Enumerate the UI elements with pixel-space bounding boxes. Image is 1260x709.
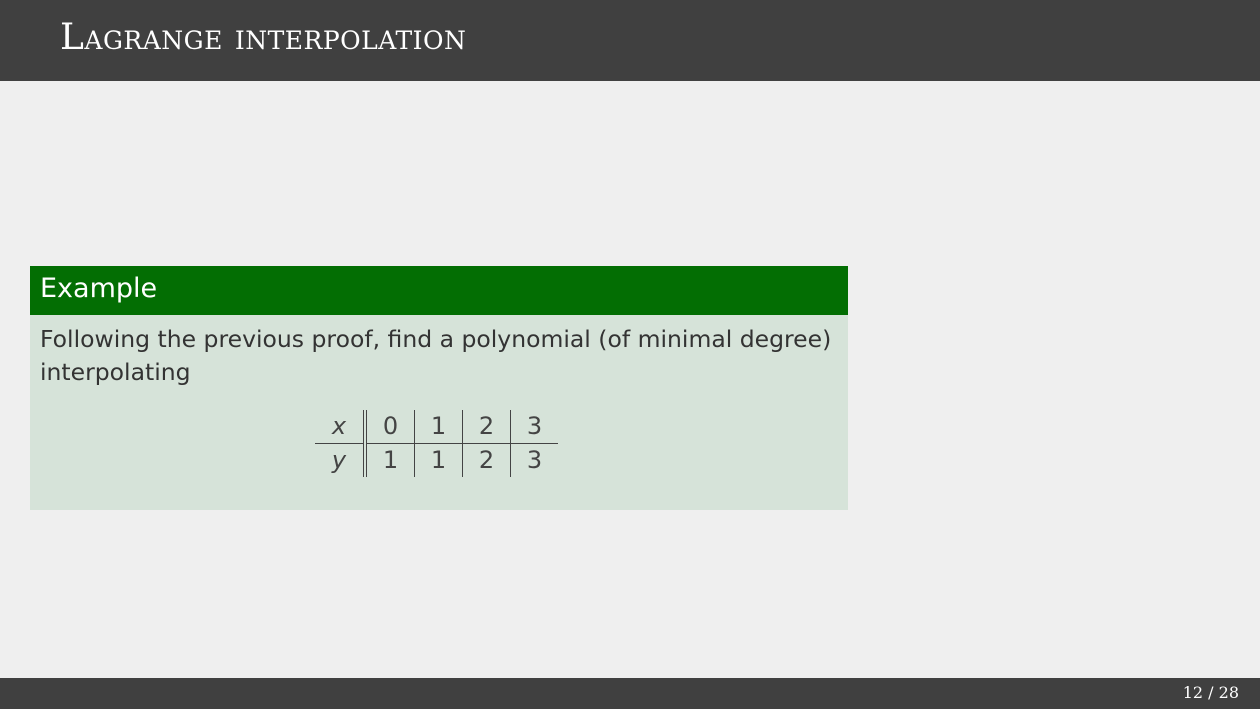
interpolation-table: x 0 1 2 3 y 1 1 2 3 bbox=[315, 410, 558, 477]
table-cell: 3 bbox=[526, 446, 543, 474]
table-row-x: x 0 1 2 3 bbox=[315, 410, 558, 444]
table-row-label: x bbox=[315, 410, 367, 444]
page-number: 12 / 28 bbox=[1182, 683, 1239, 702]
example-block-text: Following the previous proof, find a pol… bbox=[40, 323, 840, 389]
example-text-line-1: Following the previous proof, find a pol… bbox=[40, 325, 832, 353]
table-cell: 2 bbox=[462, 410, 511, 444]
example-text-line-2: interpolating bbox=[40, 358, 191, 386]
slide-title: Lagrange interpolation bbox=[60, 17, 467, 58]
table-cell: 3 bbox=[510, 410, 558, 444]
table-row-label: y bbox=[315, 443, 367, 477]
table-row-y: y 1 1 2 3 bbox=[315, 443, 558, 477]
slide-header: Lagrange interpolation bbox=[0, 0, 1260, 81]
example-block-title: Example bbox=[40, 273, 158, 304]
example-block: Example Following the previous proof, fi… bbox=[30, 266, 848, 510]
table-cell: 1 bbox=[414, 443, 463, 477]
table-cell: 1 bbox=[365, 443, 415, 477]
table-cell: 0 bbox=[365, 410, 415, 444]
table-cell: 1 bbox=[414, 410, 463, 444]
example-block-header: Example bbox=[30, 266, 848, 315]
slide-footer: 12 / 28 bbox=[0, 678, 1260, 709]
table-cell: 2 bbox=[462, 443, 511, 477]
